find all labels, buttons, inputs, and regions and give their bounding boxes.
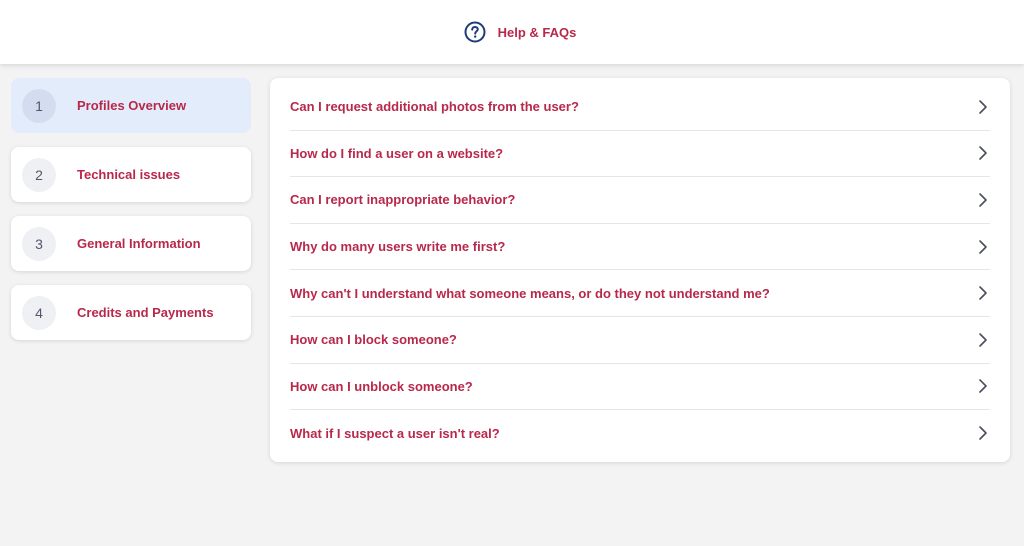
faq-question: Why can't I understand what someone mean…	[290, 285, 770, 301]
faq-question: Can I request additional photos from the…	[290, 99, 579, 115]
faq-question: Why do many users write me first?	[290, 239, 506, 255]
faq-list: Can I request additional photos from the…	[270, 78, 1010, 462]
sidebar-item-label: Technical issues	[77, 167, 181, 182]
faq-item[interactable]: How can I unblock someone?	[290, 364, 990, 411]
sidebar-item-label: General Information	[77, 236, 201, 251]
sidebar-item-general-information[interactable]: 3 General Information	[11, 216, 251, 271]
sidebar-item-credits-and-payments[interactable]: 4 Credits and Payments	[11, 285, 251, 340]
chevron-right-icon	[979, 332, 987, 347]
faq-question: How can I unblock someone?	[290, 378, 473, 394]
faq-item[interactable]: How do I find a user on a website?	[290, 131, 990, 178]
faq-item[interactable]: How can I block someone?	[290, 317, 990, 364]
faq-item[interactable]: Why do many users write me first?	[290, 224, 990, 271]
faq-item[interactable]: Can I report inappropriate behavior?	[290, 177, 990, 224]
chevron-right-icon	[979, 99, 987, 114]
top-bar: Help & FAQs	[0, 0, 1024, 64]
faq-item[interactable]: Can I request additional photos from the…	[290, 84, 990, 131]
chevron-right-icon	[979, 379, 987, 394]
page-title: Help & FAQs	[497, 24, 577, 40]
chevron-right-icon	[979, 146, 987, 161]
faq-item[interactable]: What if I suspect a user isn't real?	[290, 410, 990, 457]
faq-question: How can I block someone?	[290, 332, 457, 348]
sidebar-item-technical-issues[interactable]: 2 Technical issues	[11, 147, 251, 202]
sidebar-item-number: 1	[22, 88, 56, 123]
faq-question: What if I suspect a user isn't real?	[290, 425, 500, 441]
sidebar-item-label: Profiles Overview	[77, 98, 187, 113]
faq-item[interactable]: Why can't I understand what someone mean…	[290, 270, 990, 317]
sidebar-item-number: 4	[22, 295, 56, 330]
sidebar-item-number: 3	[22, 226, 56, 261]
chevron-right-icon	[979, 286, 987, 300]
sidebar-item-number: 2	[22, 157, 56, 192]
faq-question: How do I find a user on a website?	[290, 145, 504, 161]
sidebar-item-profiles-overview[interactable]: 1 Profiles Overview	[11, 78, 251, 133]
help-circle-icon	[464, 21, 486, 43]
chevron-right-icon	[979, 239, 987, 254]
chevron-right-icon	[979, 426, 987, 441]
faq-question: Can I report inappropriate behavior?	[290, 192, 516, 208]
category-sidebar: 1 Profiles Overview 2 Technical issues 3…	[11, 78, 251, 354]
header-title-group[interactable]: Help & FAQs	[464, 21, 577, 43]
sidebar-item-label: Credits and Payments	[77, 305, 214, 320]
chevron-right-icon	[979, 193, 987, 207]
